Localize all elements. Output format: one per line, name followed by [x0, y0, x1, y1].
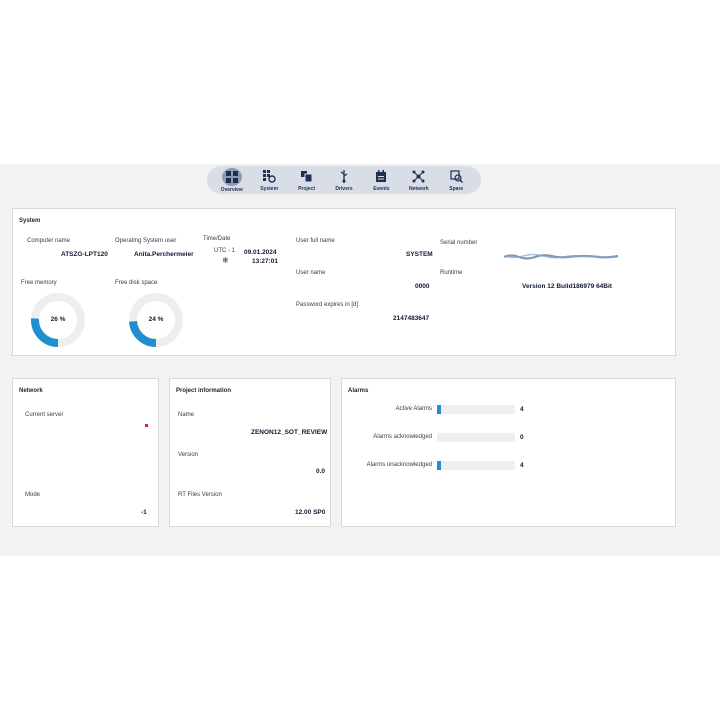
- free-memory-label: Free memory: [21, 280, 57, 286]
- panel-title: Network: [19, 388, 43, 394]
- project-icon: [298, 169, 316, 185]
- panel-title: System: [19, 218, 41, 224]
- events-icon: [372, 169, 390, 185]
- project-version-value: 0.0: [316, 468, 326, 475]
- tab-label: Project: [298, 185, 316, 192]
- alarm-bar: [437, 405, 515, 414]
- tab-label: Events: [373, 185, 390, 192]
- current-server-label: Current server: [25, 412, 64, 418]
- tab-label: Overview: [220, 186, 243, 193]
- drivers-icon: [335, 169, 353, 185]
- runtime-label: Runtime: [440, 270, 463, 276]
- spare-icon: [447, 169, 465, 185]
- tab-project[interactable]: Project: [288, 166, 325, 194]
- rt-files-version-value: 12.00 SP0: [295, 509, 326, 516]
- rt-files-version-label: RT Files Version: [178, 492, 222, 498]
- serial-number-label: Serial number: [440, 240, 478, 246]
- nav-bar: Overview System Project Drivers Events N…: [207, 166, 481, 194]
- alarm-bar: [437, 461, 515, 470]
- tab-label: Drivers: [335, 185, 353, 192]
- password-expires-label: Password expires in [d]: [296, 302, 359, 308]
- server-status-indicator: [145, 424, 148, 427]
- alarms-panel: Alarms: [341, 378, 676, 527]
- user-name-value: 0000: [415, 283, 430, 290]
- tab-events[interactable]: Events: [363, 166, 400, 194]
- overview-icon: [221, 167, 242, 186]
- project-name-value: ZENON12_SOT_REVIEW: [251, 429, 328, 436]
- time-value: 13:27:01: [252, 258, 279, 265]
- alarm-label: Active Alarms: [395, 406, 432, 412]
- system-panel: System: [12, 208, 676, 356]
- snowflake-icon: ❄: [222, 256, 229, 265]
- panel-title: Project information: [176, 388, 232, 394]
- project-name-label: Name: [178, 412, 195, 418]
- tab-overview[interactable]: Overview: [213, 166, 250, 194]
- tab-drivers[interactable]: Drivers: [325, 166, 362, 194]
- alarm-label: Alarms unacknowledged: [366, 462, 432, 468]
- tab-network[interactable]: Network: [400, 166, 437, 194]
- timezone-value: UTC - 1: [214, 248, 235, 254]
- free-disk-value: 24 %: [148, 316, 164, 323]
- tab-label: Network: [408, 185, 429, 192]
- alarm-count: 4: [520, 406, 524, 413]
- tab-system[interactable]: System: [250, 166, 287, 194]
- project-version-label: Version: [178, 452, 199, 458]
- system-icon: [260, 169, 278, 185]
- network-panel: Network: [12, 378, 159, 527]
- date-value: 09.01.2024: [244, 249, 277, 256]
- time-date-label: Time/Date: [203, 236, 231, 242]
- user-full-name-value: SYSTEM: [406, 251, 433, 258]
- runtime-value: Version 12 Build186979 64Bit: [522, 283, 612, 290]
- alarm-bar-fill: [437, 461, 441, 470]
- tab-label: Spare: [449, 185, 464, 192]
- free-memory-value: 26 %: [50, 316, 66, 323]
- tab-spare[interactable]: Spare: [438, 166, 475, 194]
- os-user-label: Operating System user: [115, 238, 177, 244]
- serial-number-obscured: [503, 253, 619, 260]
- password-expires-value: 2147483647: [393, 315, 430, 322]
- mode-label: Mode: [25, 492, 41, 498]
- alarm-label: Alarms acknowledged: [373, 434, 432, 440]
- computer-name-label: Computer name: [27, 238, 71, 244]
- os-user-value: Anita.Perchermeier: [134, 251, 194, 258]
- alarm-count: 0: [520, 434, 524, 441]
- user-full-name-label: User full name: [296, 238, 335, 244]
- tab-label: System: [260, 185, 279, 192]
- panel-title: Alarms: [348, 388, 369, 394]
- computer-name-value: ATSZG-LPT120: [61, 251, 108, 258]
- free-disk-label: Free disk space: [115, 280, 158, 286]
- alarm-count: 4: [520, 462, 524, 469]
- alarm-bar-fill: [437, 405, 441, 414]
- alarm-bar: [437, 433, 515, 442]
- mode-value: -1: [141, 509, 147, 516]
- user-name-label: User name: [296, 270, 326, 276]
- network-icon: [410, 169, 428, 185]
